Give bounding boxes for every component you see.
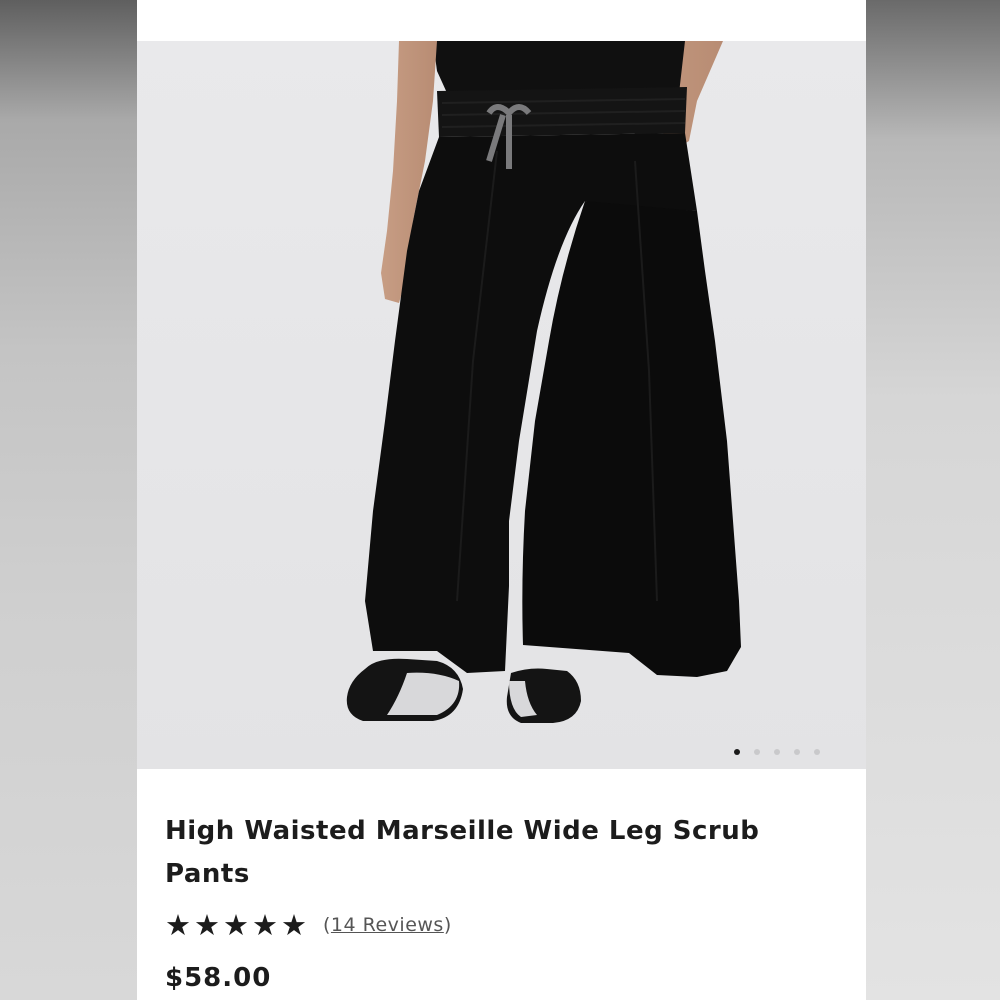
reviews-link[interactable]: (14 Reviews) — [323, 914, 452, 936]
product-card: High Waisted Marseille Wide Leg Scrub Pa… — [137, 0, 866, 1000]
carousel-dot-4[interactable] — [794, 749, 800, 755]
star-icon: ★ — [223, 908, 249, 942]
star-icon: ★ — [165, 908, 191, 942]
product-rating: ★ ★ ★ ★ ★ (14 Reviews) — [165, 905, 452, 945]
carousel-dot-2[interactable] — [754, 749, 760, 755]
product-image[interactable] — [137, 41, 866, 769]
product-price: $58.00 — [165, 963, 272, 993]
carousel-dot-5[interactable] — [814, 749, 820, 755]
star-icon: ★ — [194, 908, 220, 942]
reviews-paren-close: ) — [443, 914, 452, 936]
product-photo-illustration — [137, 41, 866, 769]
reviews-paren-open: ( — [323, 914, 331, 936]
carousel-pagination — [734, 748, 820, 756]
carousel-dot-3[interactable] — [774, 749, 780, 755]
product-title: High Waisted Marseille Wide Leg Scrub Pa… — [165, 816, 760, 889]
star-icon: ★ — [252, 908, 278, 942]
rating-stars: ★ ★ ★ ★ ★ — [165, 910, 307, 940]
star-icon: ★ — [281, 908, 307, 942]
carousel-dot-1[interactable] — [734, 749, 740, 755]
reviews-count[interactable]: 14 Reviews — [331, 914, 444, 936]
